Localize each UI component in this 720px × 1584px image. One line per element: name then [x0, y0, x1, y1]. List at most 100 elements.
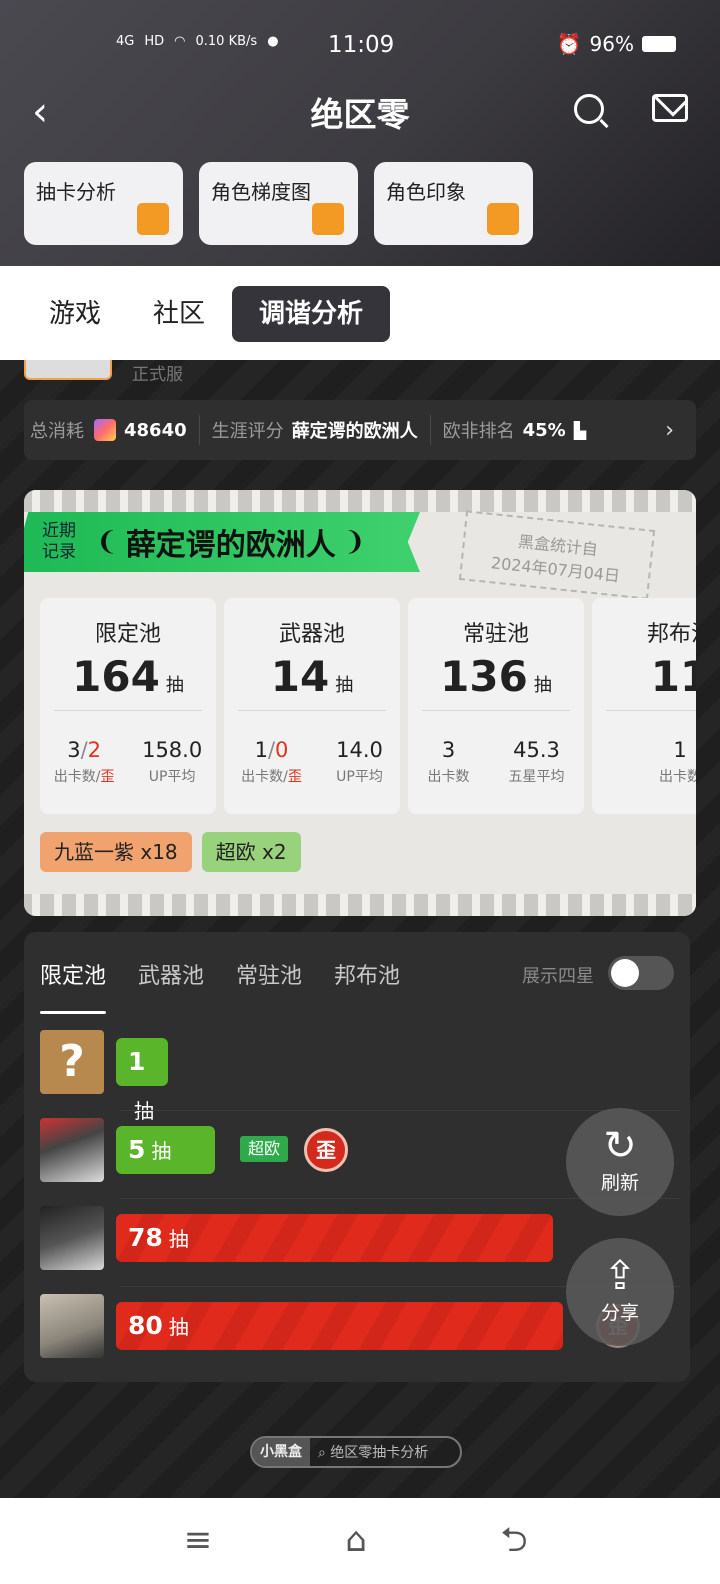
- avg-stat: 158.0 UP平均: [142, 738, 203, 785]
- pool-stats: 3/2 出卡数/歪 158.0 UP平均: [40, 738, 216, 786]
- tab-limited-pool[interactable]: 限定池: [40, 958, 107, 1014]
- cards-stat: 3/2 出卡数/歪: [53, 738, 115, 785]
- pool-name: 常驻池: [462, 622, 529, 647]
- pool-tabs: 限定池 武器池 常驻池 邦布池: [40, 958, 400, 1014]
- pool-stats: 1/0 出卡数/歪 14.0 UP平均: [224, 738, 400, 786]
- avg-stat: 45.3 五星平均: [508, 738, 565, 785]
- toggle-label: 展示四星: [522, 966, 594, 987]
- off-banner-icon: 歪: [304, 1128, 348, 1172]
- status-right: ⏰ 96%: [557, 32, 676, 56]
- recent-record-card: 近期 记录 ❨ 薛定谔的欧洲人 ❩ 黑盒统计自 2024年07月04日 限定池 …: [24, 490, 696, 916]
- tab-community[interactable]: 社区: [144, 286, 214, 342]
- super-lucky-tag: 超欧: [240, 1136, 289, 1162]
- title-bar: ‹ 绝区零: [0, 84, 720, 136]
- pool-count: 136 抽: [440, 652, 552, 701]
- pool-count: 14 抽: [270, 652, 354, 701]
- pool-count: 164 抽: [72, 652, 184, 701]
- search-icon[interactable]: [574, 94, 604, 124]
- card-label: 角色梯度图: [211, 180, 311, 204]
- divider: [429, 415, 431, 445]
- pool-name: 限定池: [94, 622, 161, 647]
- film-strip-top: [24, 490, 696, 512]
- pull-bar: 78 抽: [116, 1214, 553, 1262]
- tier-chart-icon: [312, 203, 344, 235]
- app-header: 4G HD ◠ 0.10 KB/s ● 11:09 ⏰ 96% ‹ 绝区零 抽卡…: [0, 0, 720, 266]
- gacha-analysis-card[interactable]: 抽卡分析: [24, 162, 183, 245]
- menu-icon[interactable]: ≡: [176, 1518, 220, 1562]
- pool-card-bangboo[interactable]: 邦布池 11 1 出卡数: [592, 598, 696, 814]
- pool-name: 邦布池: [646, 622, 696, 647]
- share-button[interactable]: ⇪ 分享: [566, 1238, 674, 1346]
- cards-stat: 1 出卡数: [659, 738, 696, 785]
- pool-card-standard[interactable]: 常驻池 136 抽 3 出卡数 45.3 五星平均: [408, 598, 584, 814]
- ribbon-tag-line2: 记录: [42, 542, 76, 562]
- tab-standard-pool[interactable]: 常驻池: [236, 958, 302, 990]
- tab-weapon-pool[interactable]: 武器池: [138, 958, 204, 990]
- tab-game[interactable]: 游戏: [40, 286, 110, 342]
- toggle-knob: [611, 959, 639, 987]
- status-left: 4G HD ◠ 0.10 KB/s ●: [116, 34, 279, 49]
- divider: [198, 415, 200, 445]
- badge-nine-blue: 九蓝一紫 x18: [40, 832, 192, 872]
- profile-avatar: [24, 360, 112, 380]
- tab-bangboo-pool[interactable]: 邦布池: [334, 958, 400, 990]
- server-label: 正式服: [132, 365, 183, 385]
- unknown-avatar: ?: [40, 1030, 104, 1094]
- page-title: 绝区零: [310, 95, 410, 134]
- refresh-label: 刷新: [600, 1172, 639, 1194]
- laurel-left-icon: ❨: [96, 527, 118, 557]
- pool-card-limited[interactable]: 限定池 164 抽 3/2 出卡数/歪 158.0 UP平均: [40, 598, 216, 814]
- rank-value: 45%: [522, 419, 566, 441]
- chat-icon: ●: [267, 34, 279, 49]
- stats-row[interactable]: 总消耗 48640 生涯评分 薛定谔的欧洲人 欧非排名 45% ▙ ›: [24, 400, 696, 460]
- battery-icon: [642, 36, 676, 52]
- home-icon[interactable]: ⌂: [334, 1518, 378, 1562]
- card-label: 抽卡分析: [36, 180, 116, 204]
- quick-cards: 抽卡分析 角色梯度图 角色印象: [24, 162, 533, 245]
- wifi-icon: ◠: [174, 34, 186, 49]
- analysis-icon: [137, 203, 169, 235]
- divider: [238, 710, 386, 711]
- pull-bar: 1抽: [116, 1038, 168, 1123]
- badge-super-lucky: 超欧 x2: [201, 832, 301, 872]
- divider: [422, 710, 570, 711]
- character-avatar: [40, 1206, 104, 1270]
- row-divider: [120, 1110, 680, 1111]
- card-label: 角色印象: [386, 180, 466, 204]
- film-strip-bottom: [24, 894, 696, 916]
- back-icon[interactable]: ⮌: [492, 1518, 536, 1562]
- chevron-right-icon[interactable]: ›: [665, 418, 674, 443]
- refresh-icon: ↻: [603, 1123, 637, 1169]
- main-tabs: 游戏 社区 调谐分析: [0, 266, 720, 360]
- record-title: 薛定谔的欧洲人: [125, 528, 336, 563]
- share-label: 分享: [600, 1302, 639, 1324]
- pull-row[interactable]: ? 1抽: [40, 1022, 680, 1123]
- tier-list-card[interactable]: 角色梯度图: [199, 162, 358, 245]
- network-icon: 4G: [116, 34, 135, 49]
- mail-icon[interactable]: [652, 94, 688, 122]
- laurel-right-icon: ❩: [343, 527, 366, 557]
- system-nav-bar: ≡ ⌂ ⮌: [0, 1498, 720, 1584]
- pool-name: 武器池: [278, 622, 345, 647]
- show-four-star-toggle[interactable]: [608, 956, 674, 990]
- content-area: 正式服 总消耗 48640 生涯评分 薛定谔的欧洲人 欧非排名 45% ▙ › …: [0, 360, 720, 1498]
- share-icon: ⇪: [603, 1253, 637, 1299]
- battery-text: 96%: [589, 32, 634, 56]
- character-avatar: [40, 1294, 104, 1358]
- hd-icon: HD: [144, 34, 165, 49]
- cards-stat: 1/0 出卡数/歪: [241, 738, 302, 785]
- building-icon: ▙: [573, 420, 587, 440]
- tab-tuning-analysis[interactable]: 调谐分析: [232, 286, 390, 342]
- stats-stamp: 黑盒统计自 2024年07月04日: [458, 510, 656, 600]
- impression-icon: [487, 203, 519, 235]
- rating-label: 生涯评分: [211, 421, 284, 442]
- currency-icon: [94, 419, 116, 441]
- alarm-icon: ⏰: [556, 32, 582, 56]
- character-impression-card[interactable]: 角色印象: [374, 162, 533, 245]
- speed-text: 0.10 KB/s: [195, 34, 258, 49]
- refresh-button[interactable]: ↻ 刷新: [566, 1108, 674, 1216]
- pool-card-weapon[interactable]: 武器池 14 抽 1/0 出卡数/歪 14.0 UP平均: [224, 598, 400, 814]
- divider: [54, 710, 202, 711]
- pool-count: 11: [650, 652, 696, 701]
- record-ribbon: 近期 记录 ❨ 薛定谔的欧洲人 ❩: [24, 512, 420, 572]
